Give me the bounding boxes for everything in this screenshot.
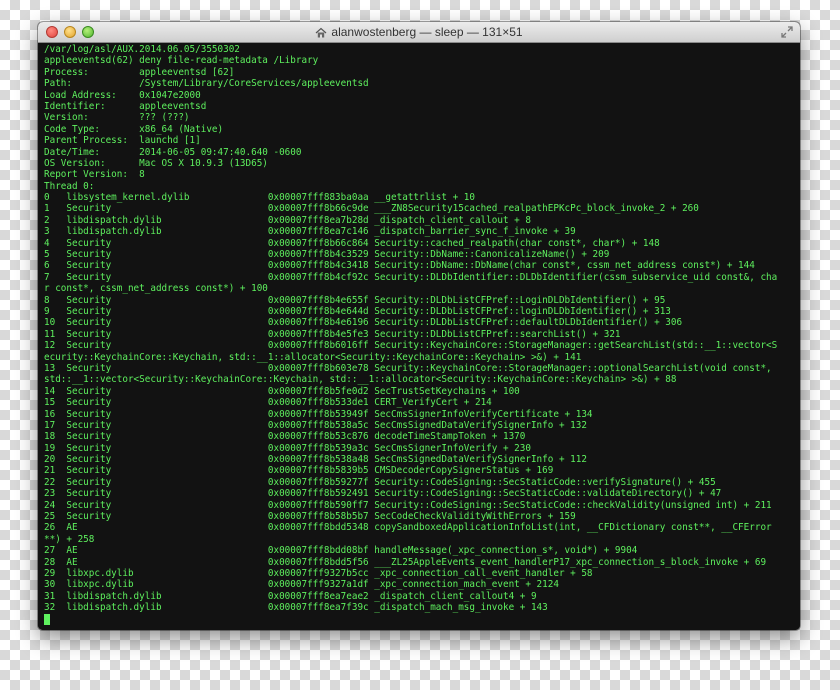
window-title: alanwostenberg — sleep — 131×51 <box>331 25 523 39</box>
terminal-output[interactable]: /var/log/asl/AUX.2014.06.05/3550302 apple… <box>38 43 800 630</box>
terminal-line: Load Address: 0x1047e2000 <box>44 89 201 101</box>
terminal-line: 14 Security 0x00007fff8b5fe0d2 SecTrustS… <box>44 385 520 397</box>
home-icon <box>316 27 327 38</box>
terminal-window: alanwostenberg — sleep — 131×51 /var/log… <box>38 22 800 630</box>
terminal-line: r const*, cssm_net_address const*) + 100 <box>44 283 268 295</box>
terminal-line: 32 libdispatch.dylib 0x00007fff8ea7f39c … <box>44 602 548 614</box>
terminal-line: 25 Security 0x00007fff8b58b5b7 SecCodeCh… <box>44 511 576 523</box>
terminal-line: 0 libsystem_kernel.dylib 0x00007fff883ba… <box>44 192 475 204</box>
prompt-line <box>44 613 800 625</box>
terminal-line: 3 libdispatch.dylib 0x00007fff8ea7c146 _… <box>44 226 576 238</box>
title-bar[interactable]: alanwostenberg — sleep — 131×51 <box>38 22 800 43</box>
terminal-line: **) + 258 <box>44 533 95 545</box>
terminal-line: 7 Security 0x00007fff8b4cf92c Security::… <box>44 271 778 283</box>
terminal-line: std::__1::vector<Security::KeychainCore:… <box>44 374 677 386</box>
terminal-line: 9 Security 0x00007fff8b4e644d Security::… <box>44 305 671 317</box>
terminal-line: 18 Security 0x00007fff8b53c876 decodeTim… <box>44 431 526 443</box>
terminal-line: Code Type: x86_64 (Native) <box>44 123 224 135</box>
terminal-line: 13 Security 0x00007fff8b603e78 Security:… <box>44 362 772 374</box>
terminal-line: 2 libdispatch.dylib 0x00007fff8ea7b28d _… <box>44 214 531 226</box>
terminal-line: 5 Security 0x00007fff8b4c3529 Security::… <box>44 249 610 261</box>
terminal-line: 11 Security 0x00007fff8b4e5fe3 Security:… <box>44 328 621 340</box>
terminal-line: 23 Security 0x00007fff8b592491 Security:… <box>44 488 722 500</box>
terminal-line: Date/Time: 2014-06-05 09:47:40.640 -0600 <box>44 146 302 158</box>
terminal-line: 27 AE 0x00007fff8bdd08bf handleMessage(_… <box>44 545 638 557</box>
terminal-line: 16 Security 0x00007fff8b53949f SecCmsSig… <box>44 408 593 420</box>
terminal-line: 12 Security 0x00007fff8b6016ff Security:… <box>44 340 778 352</box>
terminal-line: 26 AE 0x00007fff8bdd5348 copySandboxedAp… <box>44 522 772 534</box>
terminal-line: 1 Security 0x00007fff8b66c9de ___ZN8Secu… <box>44 203 699 215</box>
terminal-line: 29 libxpc.dylib 0x00007fff9327b5cc _xpc_… <box>44 567 593 579</box>
terminal-line: Report Version: 8 <box>44 169 145 181</box>
terminal-line: 28 AE 0x00007fff8bdd5f56 ___ZL25AppleEve… <box>44 556 767 568</box>
terminal-line: appleeventsd(62) deny file-read-metadata… <box>44 55 319 67</box>
terminal-line: Path: /System/Library/CoreServices/apple… <box>44 78 369 90</box>
terminal-line: ecurity::KeychainCore::Keychain, std::__… <box>44 351 582 363</box>
terminal-line: /var/log/asl/AUX.2014.06.05/3550302 <box>44 44 240 55</box>
terminal-line: Version: ??? (???) <box>44 112 190 124</box>
terminal-line: Process: appleeventsd [62] <box>44 66 235 78</box>
terminal-line: Parent Process: launchd [1] <box>44 135 201 147</box>
terminal-line: 31 libdispatch.dylib 0x00007fff8ea7eae2 … <box>44 590 537 602</box>
terminal-line: 21 Security 0x00007fff8b5839b5 CMSDecode… <box>44 465 554 477</box>
terminal-line: 10 Security 0x00007fff8b4e6196 Security:… <box>44 317 683 329</box>
terminal-line: 20 Security 0x00007fff8b538a48 SecCmsSig… <box>44 454 587 466</box>
terminal-line: 30 libxpc.dylib 0x00007fff9327a1df _xpc_… <box>44 579 559 591</box>
text-cursor <box>44 613 50 625</box>
terminal-line: 6 Security 0x00007fff8b4c3418 Security::… <box>44 260 755 272</box>
terminal-line: 15 Security 0x00007fff8b533de1 CERT_Veri… <box>44 397 492 409</box>
terminal-line: 17 Security 0x00007fff8b538a5c SecCmsSig… <box>44 419 587 431</box>
terminal-line: 24 Security 0x00007fff8b590ff7 Security:… <box>44 499 772 511</box>
terminal-line: 8 Security 0x00007fff8b4e655f Security::… <box>44 294 666 306</box>
terminal-line: 4 Security 0x00007fff8b66c864 Security::… <box>44 237 660 249</box>
terminal-line: 19 Security 0x00007fff8b539a3c SecCmsSig… <box>44 442 531 454</box>
fullscreen-icon[interactable] <box>780 25 794 39</box>
window-title-container: alanwostenberg — sleep — 131×51 <box>38 22 800 42</box>
terminal-line: OS Version: Mac OS X 10.9.3 (13D65) <box>44 157 268 169</box>
terminal-line: Thread 0: <box>44 180 95 192</box>
terminal-line: Identifier: appleeventsd <box>44 100 207 112</box>
terminal-line: 22 Security 0x00007fff8b59277f Security:… <box>44 476 716 488</box>
